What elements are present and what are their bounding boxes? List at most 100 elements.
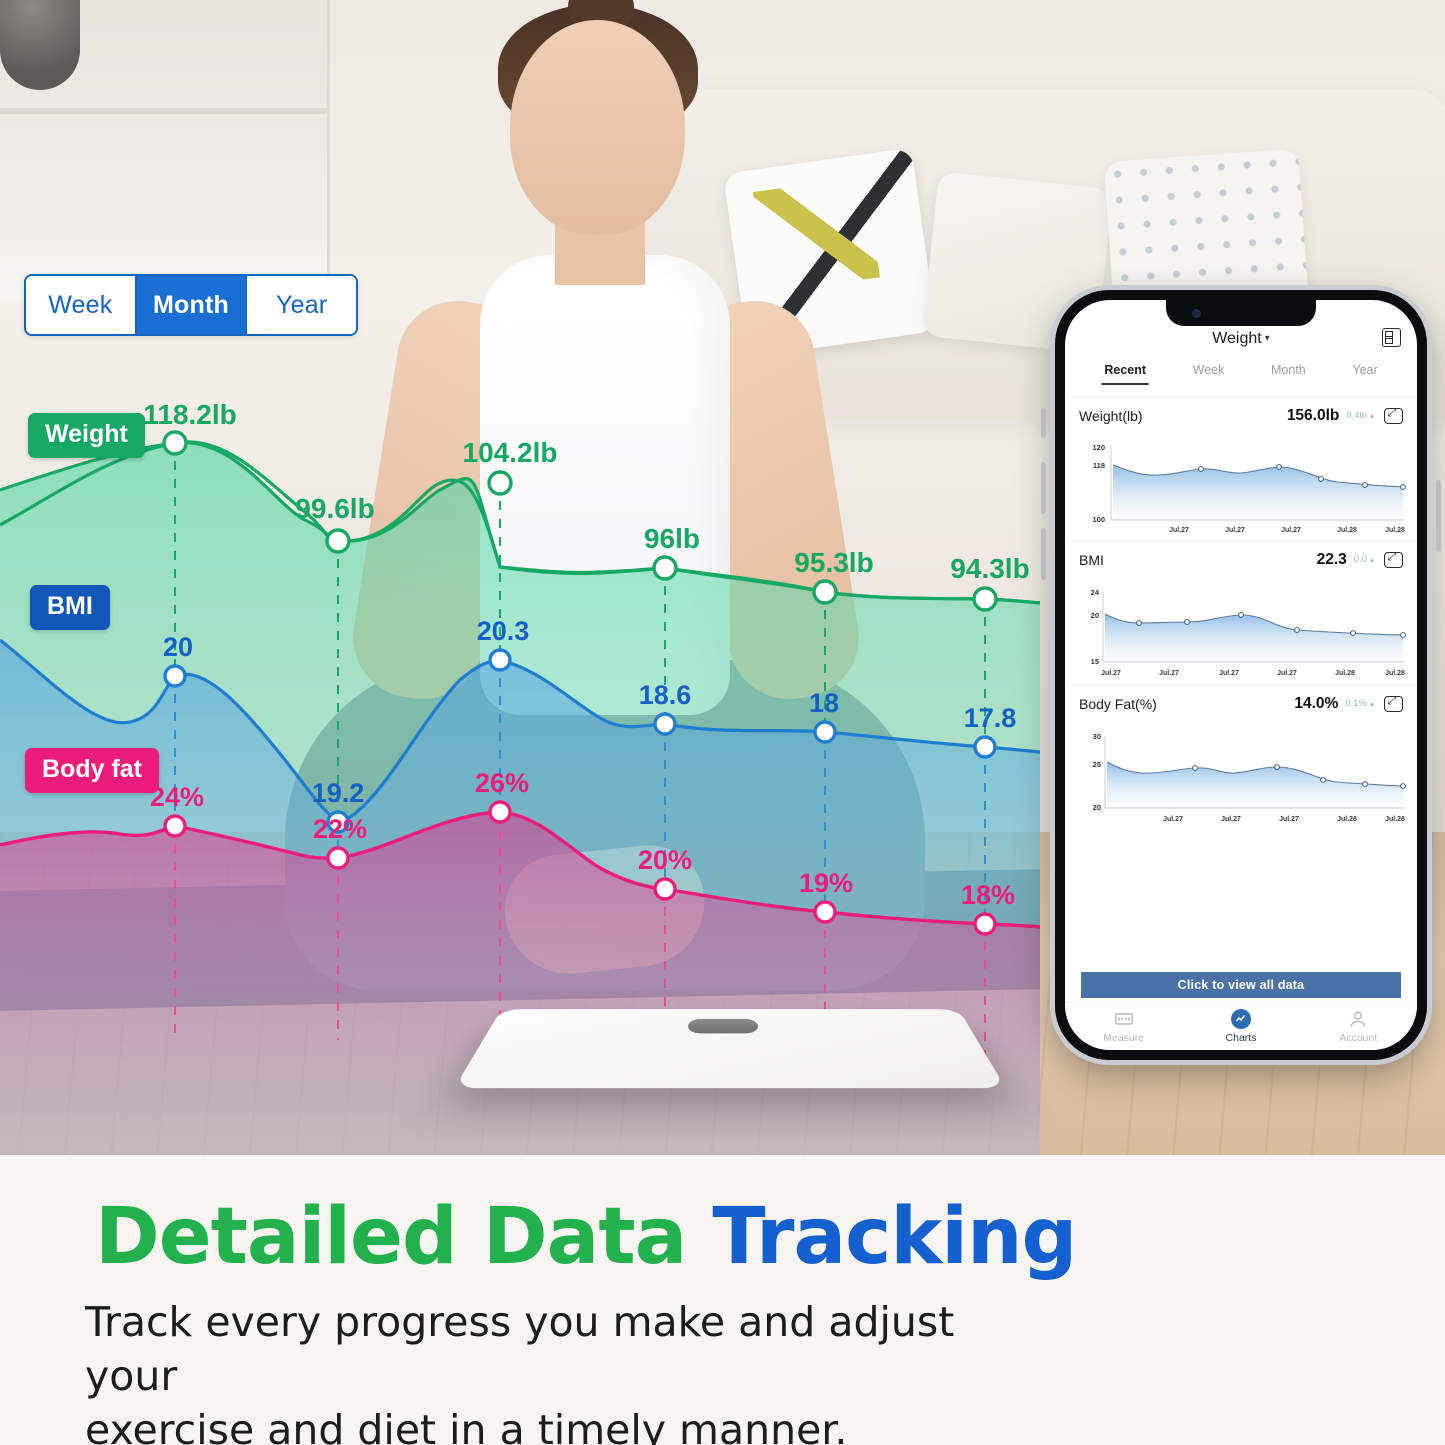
segment-week[interactable]: Week — [26, 276, 137, 334]
svg-text:Jul.28: Jul.28 — [1335, 670, 1355, 677]
svg-text:19%: 19% — [799, 868, 853, 898]
tabbar-label-measure: Measure — [1103, 1032, 1145, 1044]
tabbar-item-account[interactable]: Account — [1300, 1009, 1417, 1044]
charts-icon — [1230, 1009, 1251, 1029]
app-header-title[interactable]: Weight ▾ — [1065, 330, 1417, 348]
svg-text:Jul.27: Jul.27 — [1163, 816, 1183, 823]
tabbar-label-charts: Charts — [1225, 1032, 1257, 1044]
svg-text:Jul.27: Jul.27 — [1169, 527, 1189, 534]
footer-subcopy: Track every progress you make and adjust… — [85, 1295, 1045, 1445]
tabbar-item-charts[interactable]: Charts — [1182, 1009, 1299, 1044]
phone-power-button[interactable] — [1436, 480, 1441, 552]
app-range-tabs[interactable]: Recent Week Month Year — [1065, 363, 1417, 385]
card-weight-title: Weight(lb) — [1079, 407, 1143, 424]
card-weight-expand-icon[interactable] — [1384, 407, 1403, 424]
phone-silent-switch[interactable] — [1041, 408, 1046, 438]
legend-pill-bmi: BMI — [30, 585, 110, 630]
svg-text:22%: 22% — [313, 814, 367, 844]
svg-text:Jul.28: Jul.28 — [1337, 527, 1357, 534]
footer-section: Detailed Data Tracking Track every progr… — [0, 1155, 1445, 1445]
svg-text:20%: 20% — [638, 845, 692, 875]
svg-text:95.3lb: 95.3lb — [794, 547, 873, 578]
card-body-fat-chart: 30 25 20 Jul.27 Jul.27 Jul.27 Jul.28 Jul… — [1065, 722, 1417, 823]
svg-text:20: 20 — [1091, 611, 1099, 620]
card-body-fat-header: Body Fat(%) 14.0% 0.1% ▴ — [1065, 684, 1417, 722]
scale-sensor-pad — [687, 1018, 759, 1034]
app-header-title-text: Weight — [1212, 330, 1262, 347]
svg-text:Jul.27: Jul.27 — [1281, 527, 1301, 534]
svg-text:96lb: 96lb — [644, 523, 700, 554]
tabbar-item-measure[interactable]: Measure — [1065, 1009, 1182, 1044]
footer-headline-part1: Detailed Data — [95, 1192, 713, 1282]
tab-week[interactable]: Week — [1193, 363, 1225, 385]
svg-text:18: 18 — [809, 688, 839, 718]
app-bottom-tabbar[interactable]: Measure Charts Account — [1065, 1002, 1417, 1050]
phone-mockup: Weight ▾ Recent Week Month Year Weight(lb… — [1041, 290, 1441, 1060]
svg-text:30: 30 — [1093, 732, 1101, 741]
measure-icon — [1114, 1009, 1134, 1029]
tabbar-label-account: Account — [1339, 1032, 1378, 1044]
phone-volume-up-button[interactable] — [1041, 462, 1046, 514]
tab-recent[interactable]: Recent — [1101, 363, 1149, 385]
trend-up-icon: ▴ — [1369, 411, 1374, 420]
phone-notch — [1166, 300, 1316, 326]
weight-mini-chart: 120 118 100 Jul.27 Jul.27 Jul.27 Jul.28 … — [1092, 443, 1406, 534]
svg-text:17.8: 17.8 — [964, 703, 1017, 733]
card-body-fat-value: 14.0% — [1294, 694, 1339, 712]
svg-text:Jul.27: Jul.27 — [1101, 670, 1121, 677]
svg-text:15: 15 — [1091, 657, 1099, 666]
svg-text:25: 25 — [1093, 760, 1101, 769]
trend-up-icon: ▴ — [1369, 699, 1374, 708]
svg-text:Jul.27: Jul.27 — [1219, 670, 1239, 677]
svg-text:Jul.28: Jul.28 — [1385, 816, 1405, 823]
svg-text:104.2lb: 104.2lb — [463, 437, 558, 468]
svg-text:19.2: 19.2 — [312, 778, 365, 808]
footer-subcopy-line1: Track every progress you make and adjust… — [85, 1298, 955, 1401]
card-bmi: BMI 22.3 0.0 ▴ ⤢ 24 20 15 Jul.27 Jul.27 … — [1065, 540, 1417, 678]
svg-text:Jul.28: Jul.28 — [1337, 816, 1357, 823]
tab-month[interactable]: Month — [1271, 363, 1306, 385]
bmi-mini-chart: 24 20 15 Jul.27 Jul.27 Jul.27 Jul.27 Jul… — [1091, 588, 1406, 677]
card-bmi-chart: 24 20 15 Jul.27 Jul.27 Jul.27 Jul.27 Jul… — [1065, 578, 1417, 678]
svg-text:118: 118 — [1093, 461, 1105, 470]
card-body-fat-expand-icon[interactable] — [1384, 695, 1403, 712]
tab-year[interactable]: Year — [1352, 363, 1377, 385]
card-weight-chart: 120 118 100 Jul.27 Jul.27 Jul.27 Jul.28 … — [1065, 434, 1417, 534]
body-fat-mini-chart: 30 25 20 Jul.27 Jul.27 Jul.27 Jul.28 Jul… — [1093, 732, 1406, 823]
segment-year[interactable]: Year — [247, 276, 356, 334]
svg-text:Jul.27: Jul.27 — [1225, 527, 1245, 534]
svg-text:Jul.28: Jul.28 — [1385, 670, 1405, 677]
trend-up-icon: ▴ — [1369, 555, 1374, 564]
svg-text:20: 20 — [163, 632, 193, 662]
footer-subcopy-line2: exercise and diet in a timely manner. — [85, 1406, 848, 1445]
svg-text:20.3: 20.3 — [477, 616, 530, 646]
svg-text:24: 24 — [1091, 588, 1100, 597]
page-root: 118.2lb 99.6lb 104.2lb 96lb 95.3lb 94.3l… — [0, 0, 1445, 1445]
view-all-data-button[interactable]: Click to view all data — [1081, 972, 1401, 998]
phone-volume-down-button[interactable] — [1041, 528, 1046, 580]
chevron-down-icon: ▾ — [1264, 333, 1270, 345]
svg-text:20: 20 — [1093, 803, 1101, 812]
qr-scan-icon[interactable] — [1382, 328, 1401, 347]
svg-text:99.6lb: 99.6lb — [295, 493, 374, 524]
card-weight-header: Weight(lb) 156.0lb 0.4lb ▴ — [1065, 396, 1417, 434]
card-body-fat-delta: 0.1% — [1345, 698, 1367, 709]
card-bmi-delta: 0.0 — [1353, 554, 1367, 565]
svg-text:118.2lb: 118.2lb — [143, 399, 236, 430]
svg-text:Jul.27: Jul.27 — [1159, 670, 1179, 677]
time-range-segmented-control[interactable]: Week Month Year — [24, 274, 358, 336]
card-bmi-value: 22.3 — [1316, 550, 1347, 568]
svg-text:Jul.27: Jul.27 — [1221, 816, 1241, 823]
svg-text:100: 100 — [1092, 515, 1105, 524]
card-bmi-title: BMI — [1079, 551, 1104, 568]
svg-text:26%: 26% — [475, 768, 529, 798]
card-bmi-expand-icon[interactable] — [1384, 551, 1403, 568]
account-icon — [1348, 1009, 1368, 1029]
svg-text:Jul.28: Jul.28 — [1385, 527, 1405, 534]
svg-text:120: 120 — [1092, 443, 1105, 452]
segment-month[interactable]: Month — [136, 276, 248, 334]
svg-text:Jul.27: Jul.27 — [1279, 816, 1299, 823]
footer-headline: Detailed Data Tracking — [95, 1192, 1077, 1282]
legend-pill-weight: Weight — [28, 413, 145, 458]
svg-text:94.3lb: 94.3lb — [950, 553, 1029, 584]
